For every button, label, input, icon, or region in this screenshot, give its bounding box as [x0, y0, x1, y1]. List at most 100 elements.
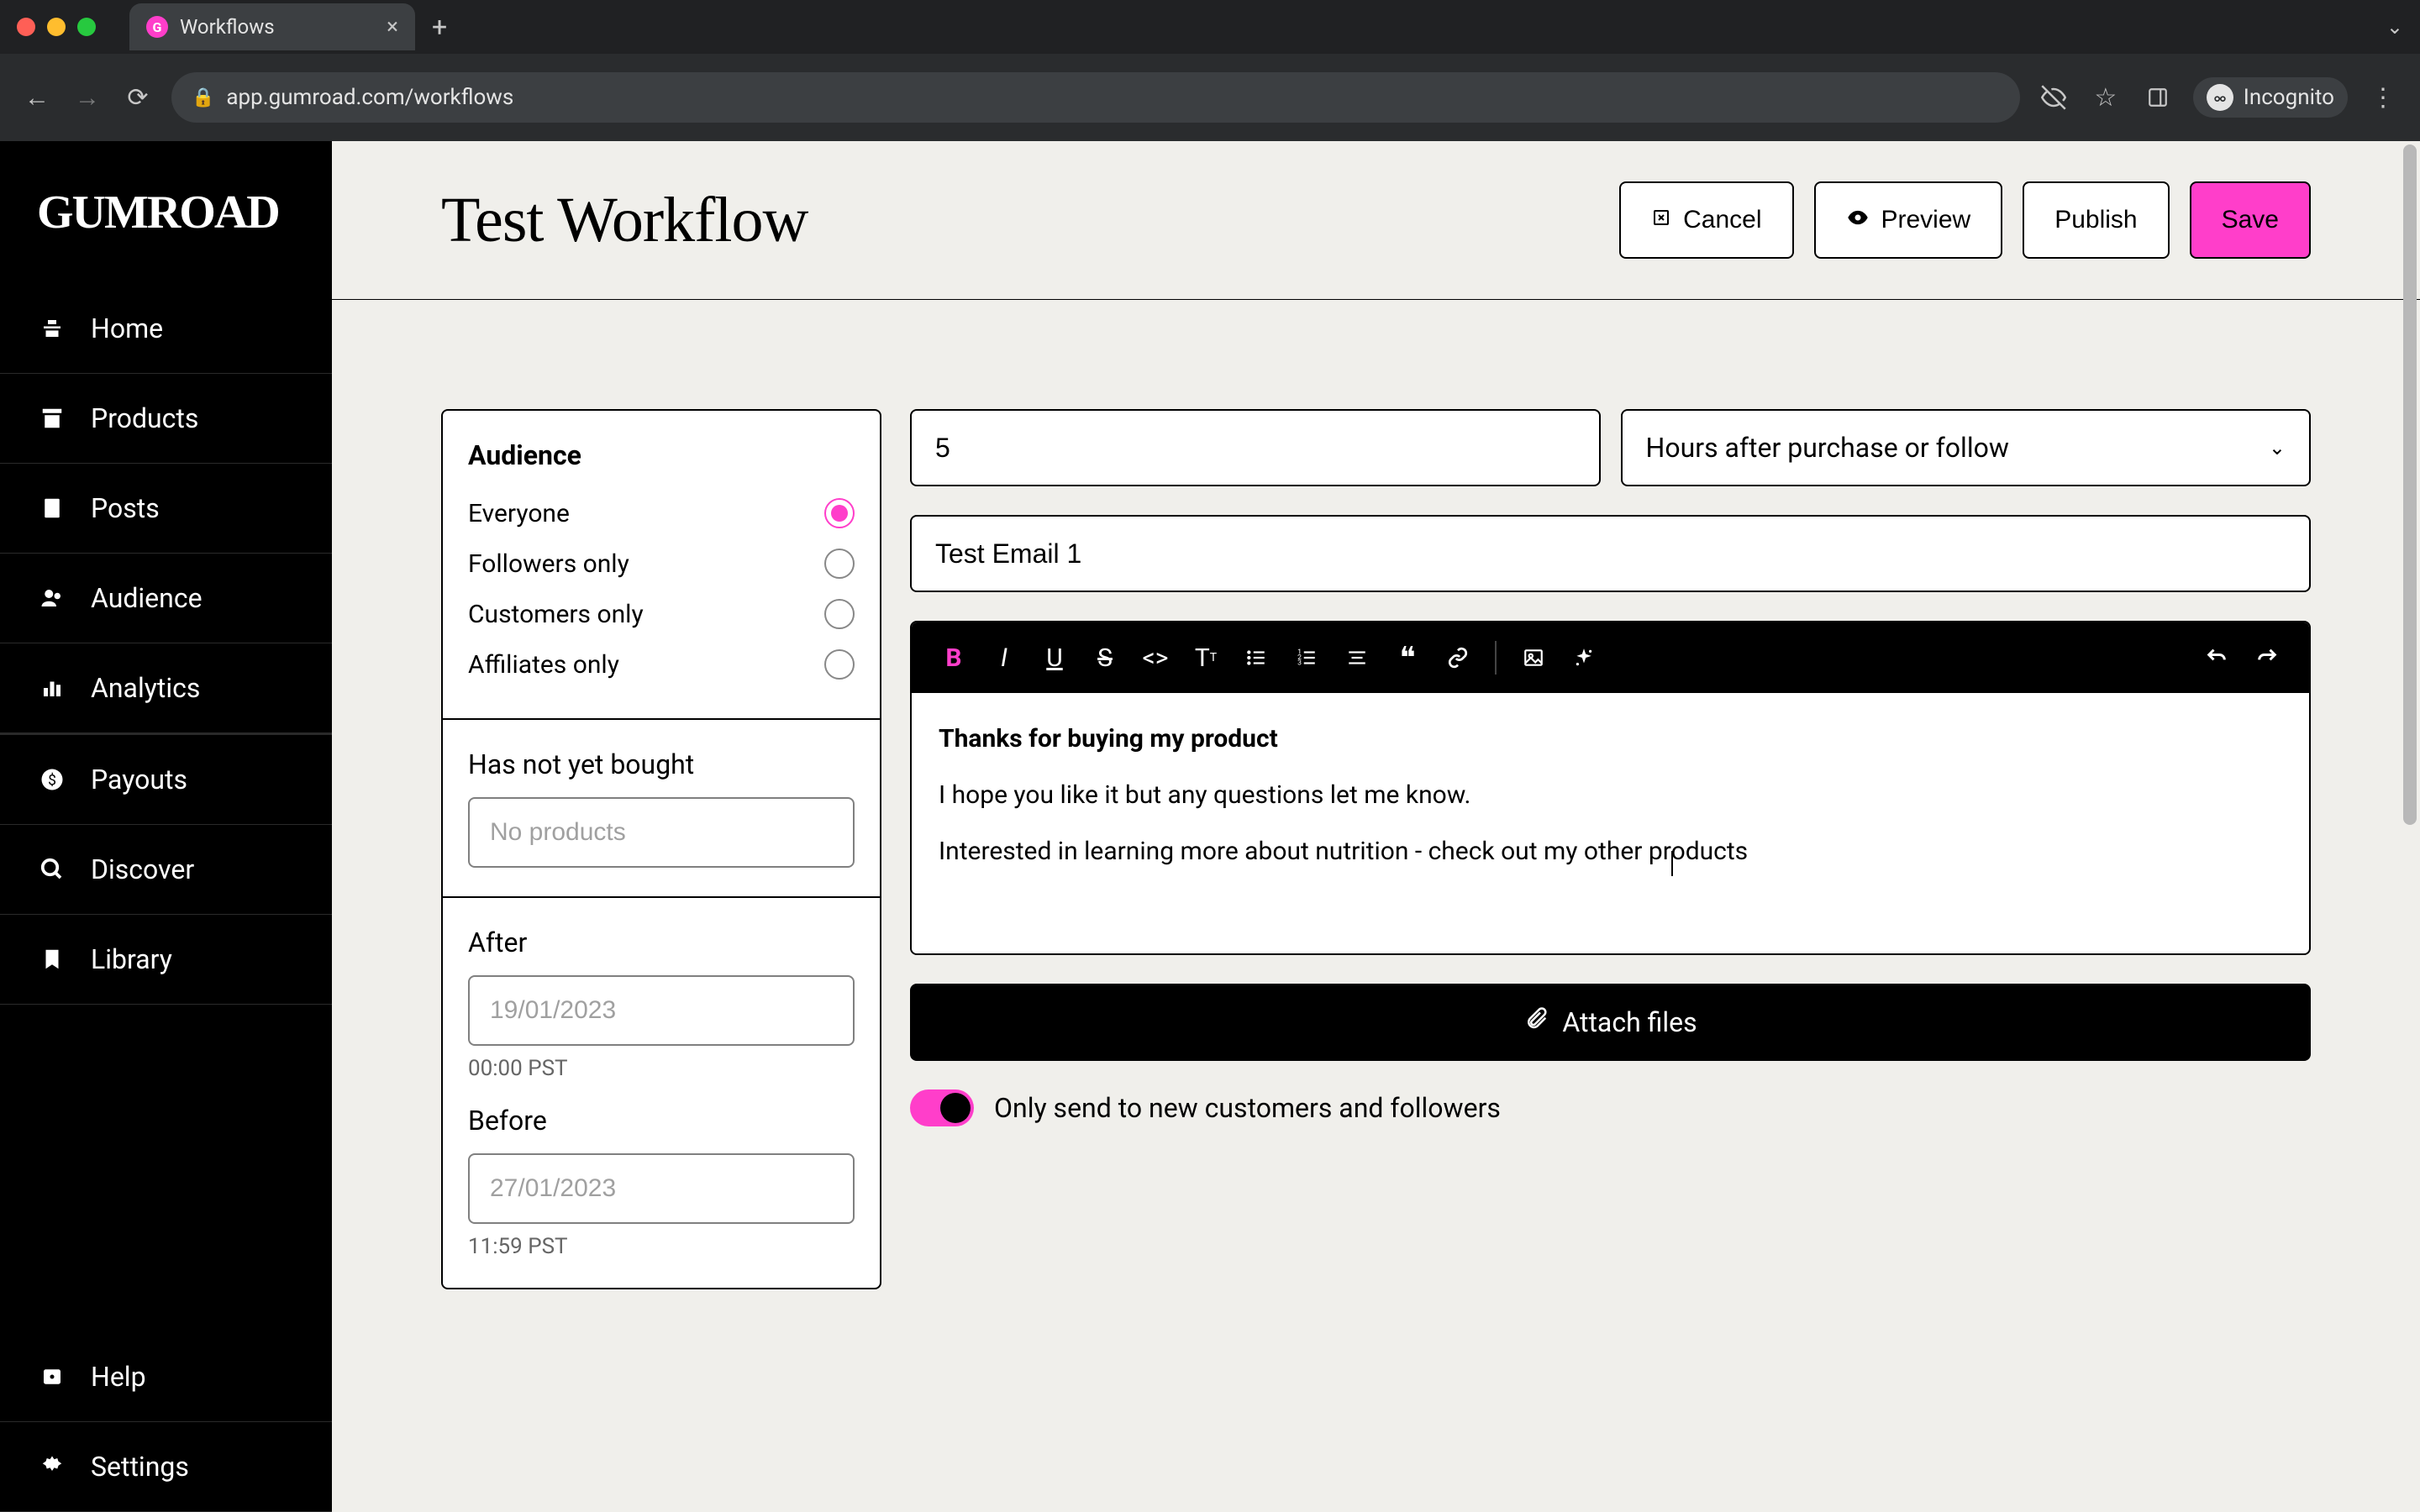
- quote-button[interactable]: ❝: [1386, 636, 1429, 680]
- sidebar-item-label: Payouts: [91, 764, 187, 795]
- italic-button[interactable]: I: [982, 636, 1026, 680]
- delay-value-input[interactable]: [910, 409, 1601, 486]
- email-subject-input[interactable]: [910, 515, 2311, 592]
- gear-icon: [37, 1452, 67, 1482]
- sidebar-item-label: Home: [91, 312, 163, 344]
- search-icon: [37, 854, 67, 885]
- audience-option-followers[interactable]: Followers only: [468, 538, 855, 589]
- incognito-label: Incognito: [2244, 85, 2334, 110]
- sidebar-item-label: Settings: [91, 1451, 189, 1483]
- eye-icon: [1846, 206, 1870, 235]
- sidebar-item-discover[interactable]: Discover: [0, 825, 332, 915]
- page-title: Test Workflow: [441, 184, 808, 257]
- preview-button[interactable]: Preview: [1814, 181, 2003, 259]
- strikethrough-button[interactable]: S: [1083, 636, 1127, 680]
- window-close-button[interactable]: [17, 18, 35, 36]
- tablist-overflow-icon[interactable]: ⌄: [2386, 15, 2403, 39]
- ai-sparkle-button[interactable]: [1562, 636, 1606, 680]
- sidebar-item-help[interactable]: Help: [0, 1332, 332, 1422]
- preview-label: Preview: [1881, 206, 1971, 234]
- panel-icon[interactable]: [2141, 81, 2175, 114]
- nav-reload-button[interactable]: ⟳: [121, 81, 155, 114]
- payouts-icon: $: [37, 764, 67, 795]
- sidebar-item-settings[interactable]: Settings: [0, 1422, 332, 1512]
- scrollbar-thumb[interactable]: [2403, 144, 2417, 825]
- sidebar-item-label: Discover: [91, 853, 194, 885]
- new-tab-button[interactable]: +: [432, 11, 447, 43]
- url-text: app.gumroad.com/workflows: [226, 85, 513, 110]
- editor-body[interactable]: Thanks for buying my product I hope you …: [912, 693, 2309, 953]
- nav-forward-button[interactable]: →: [71, 81, 104, 114]
- not-bought-input[interactable]: [468, 797, 855, 868]
- sidebar-item-posts[interactable]: Posts: [0, 464, 332, 554]
- audience-panel: Audience Everyone Followers only Custome…: [441, 409, 881, 1289]
- tab-close-icon[interactable]: ×: [387, 14, 398, 39]
- ordered-list-button[interactable]: 123: [1285, 636, 1328, 680]
- radio-label: Everyone: [468, 499, 570, 528]
- sidebar-item-home[interactable]: Home: [0, 284, 332, 374]
- audience-option-customers[interactable]: Customers only: [468, 589, 855, 639]
- image-button[interactable]: [1512, 636, 1555, 680]
- url-bar[interactable]: 🔒 app.gumroad.com/workflows: [171, 72, 2020, 123]
- radio-label: Customers only: [468, 600, 644, 629]
- menu-dots-icon[interactable]: ⋮: [2366, 81, 2400, 114]
- sidebar-item-products[interactable]: Products: [0, 374, 332, 464]
- after-label: After: [468, 927, 855, 958]
- radio-label: Affiliates only: [468, 650, 619, 680]
- only-new-toggle[interactable]: [910, 1089, 974, 1126]
- bullet-list-button[interactable]: [1234, 636, 1278, 680]
- attach-label: Attach files: [1562, 1006, 1697, 1038]
- scrollbar[interactable]: [2400, 141, 2420, 1512]
- incognito-badge[interactable]: Incognito: [2193, 77, 2348, 118]
- underline-button[interactable]: U: [1033, 636, 1076, 680]
- sidebar-item-library[interactable]: Library: [0, 915, 332, 1005]
- sidebar: GUMROAD Home Products Posts Audience Ana…: [0, 141, 332, 1512]
- sidebar-item-payouts[interactable]: $ Payouts: [0, 735, 332, 825]
- before-date-input[interactable]: [468, 1153, 855, 1224]
- code-button[interactable]: <>: [1134, 636, 1177, 680]
- window-minimize-button[interactable]: [47, 18, 66, 36]
- after-time-note: 00:00 PST: [468, 1056, 855, 1081]
- undo-button[interactable]: [2195, 636, 2238, 680]
- radio-icon: [824, 498, 855, 528]
- eye-off-icon[interactable]: [2037, 81, 2070, 114]
- browser-tab[interactable]: G Workflows ×: [129, 3, 415, 50]
- radio-icon: [824, 599, 855, 629]
- nav-back-button[interactable]: ←: [20, 81, 54, 114]
- attach-files-button[interactable]: Attach files: [910, 984, 2311, 1061]
- editor-toolbar: B I U S <> TT 123 ❝: [912, 622, 2309, 693]
- audience-option-everyone[interactable]: Everyone: [468, 488, 855, 538]
- only-new-toggle-row: Only send to new customers and followers: [910, 1089, 2311, 1126]
- align-button[interactable]: [1335, 636, 1379, 680]
- select-value: Hours after purchase or follow: [1646, 432, 2009, 464]
- cancel-button[interactable]: Cancel: [1619, 181, 1793, 259]
- radio-label: Followers only: [468, 549, 629, 579]
- radio-icon: [824, 649, 855, 680]
- audience-icon: [37, 583, 67, 613]
- bookmark-icon: [37, 944, 67, 974]
- bold-button[interactable]: B: [932, 636, 976, 680]
- delay-unit-select[interactable]: Hours after purchase or follow ⌄: [1621, 409, 2312, 486]
- tab-favicon-icon: G: [146, 16, 168, 38]
- text-style-button[interactable]: TT: [1184, 636, 1228, 680]
- products-icon: [37, 403, 67, 433]
- sidebar-item-label: Audience: [91, 582, 203, 614]
- before-time-note: 11:59 PST: [468, 1234, 855, 1259]
- window-maximize-button[interactable]: [77, 18, 96, 36]
- audience-option-affiliates[interactable]: Affiliates only: [468, 639, 855, 690]
- sidebar-item-label: Help: [91, 1361, 146, 1393]
- link-button[interactable]: [1436, 636, 1480, 680]
- logo[interactable]: GUMROAD: [0, 141, 332, 284]
- redo-button[interactable]: [2245, 636, 2289, 680]
- publish-button[interactable]: Publish: [2023, 181, 2169, 259]
- after-date-input[interactable]: [468, 975, 855, 1046]
- logo-text: GUMROAD: [37, 186, 279, 239]
- sidebar-item-label: Library: [91, 943, 172, 975]
- sidebar-item-audience[interactable]: Audience: [0, 554, 332, 643]
- sidebar-item-analytics[interactable]: Analytics: [0, 643, 332, 733]
- browser-nav-bar: ← → ⟳ 🔒 app.gumroad.com/workflows ☆ Inco…: [0, 54, 2420, 141]
- email-editor: B I U S <> TT 123 ❝: [910, 621, 2311, 955]
- posts-icon: [37, 493, 67, 523]
- save-button[interactable]: Save: [2190, 181, 2311, 259]
- star-icon[interactable]: ☆: [2089, 81, 2123, 114]
